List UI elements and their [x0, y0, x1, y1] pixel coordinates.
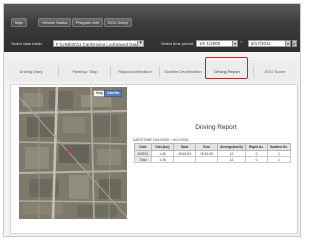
data-folder-label: Select data folder — [11, 41, 43, 46]
satellite-view-button[interactable]: Satellite — [104, 90, 123, 97]
column-header-average: Average(km/h) — [217, 143, 246, 151]
tab-eco-score[interactable]: ECO Score — [255, 67, 295, 76]
menu-tab-ecu-setup[interactable]: ECU Setup — [104, 18, 133, 27]
tab-rapid-acceleration[interactable]: Rapid Acceleration — [112, 67, 158, 76]
cell-start — [173, 156, 196, 163]
column-header-date: Date — [134, 143, 152, 151]
data-folder-select[interactable]: F:\USB\2011 Car\Driving Log\Saved Data — [53, 40, 140, 47]
time-period-label: Select time period — [161, 41, 194, 46]
range-separator: ~ — [240, 40, 243, 46]
table-row-total[interactable]: Total 1.46 12 0 1 — [134, 156, 291, 163]
active-tab-highlight — [205, 57, 248, 79]
cell-rapid-acceleration: 0 — [245, 156, 268, 163]
cell-sudden-deceleration: 1 — [267, 156, 291, 163]
tab-divider — [110, 66, 111, 77]
date-from-field[interactable]: 10/ 1/2000 — [196, 40, 233, 47]
calendar-from-icon[interactable]: ▾ — [232, 40, 238, 47]
cell-date: Total — [134, 156, 152, 163]
date-to-field[interactable]: 6/17/2011 — [248, 40, 286, 47]
report-title: Driving Report — [195, 124, 237, 131]
table-header-row: Date Dist.(km) Start End Average(km/h) R… — [134, 143, 291, 151]
column-header-rapid-acceleration: Rapid Ac. — [245, 143, 268, 151]
tab-driving-diary[interactable]: Driving Diary — [12, 67, 50, 76]
cell-average: 12 — [217, 156, 246, 163]
chevron-down-icon[interactable]: ▾ — [137, 40, 144, 47]
satellite-map[interactable] — [19, 87, 127, 219]
search-icon[interactable]: ▸ — [292, 40, 297, 47]
cell-distance: 1.46 — [151, 156, 174, 163]
tab-divider — [253, 66, 254, 77]
menu-tab-vehicle-status[interactable]: Vehicle Status — [38, 18, 72, 27]
tab-parking-stop[interactable]: Parking / Stop — [66, 67, 104, 76]
tab-divider — [58, 66, 59, 77]
menu-tab-map[interactable]: Map — [11, 18, 27, 27]
column-header-start: Start — [173, 143, 196, 151]
column-header-end: End — [195, 143, 218, 151]
date-range-value: 10/1/2000 ~ 6/17/2011 — [152, 138, 189, 142]
driving-report-table: Date Dist.(km) Start End Average(km/h) R… — [134, 143, 291, 163]
column-header-distance: Dist.(km) — [151, 143, 174, 151]
cell-end — [195, 156, 218, 163]
date-range-label: DATE/TIME — [133, 138, 152, 142]
tab-sudden-deceleration[interactable]: Sudden Deceleration — [160, 67, 206, 76]
menu-tab-program-info[interactable]: Program Info — [72, 18, 104, 27]
column-header-sudden-deceleration: Sudden De. — [267, 143, 291, 151]
map-imagery — [19, 87, 127, 219]
calendar-to-icon[interactable]: ▾ — [285, 40, 291, 47]
report-date-range: DATE/TIME 10/1/2000 ~ 6/17/2011 — [133, 138, 189, 142]
